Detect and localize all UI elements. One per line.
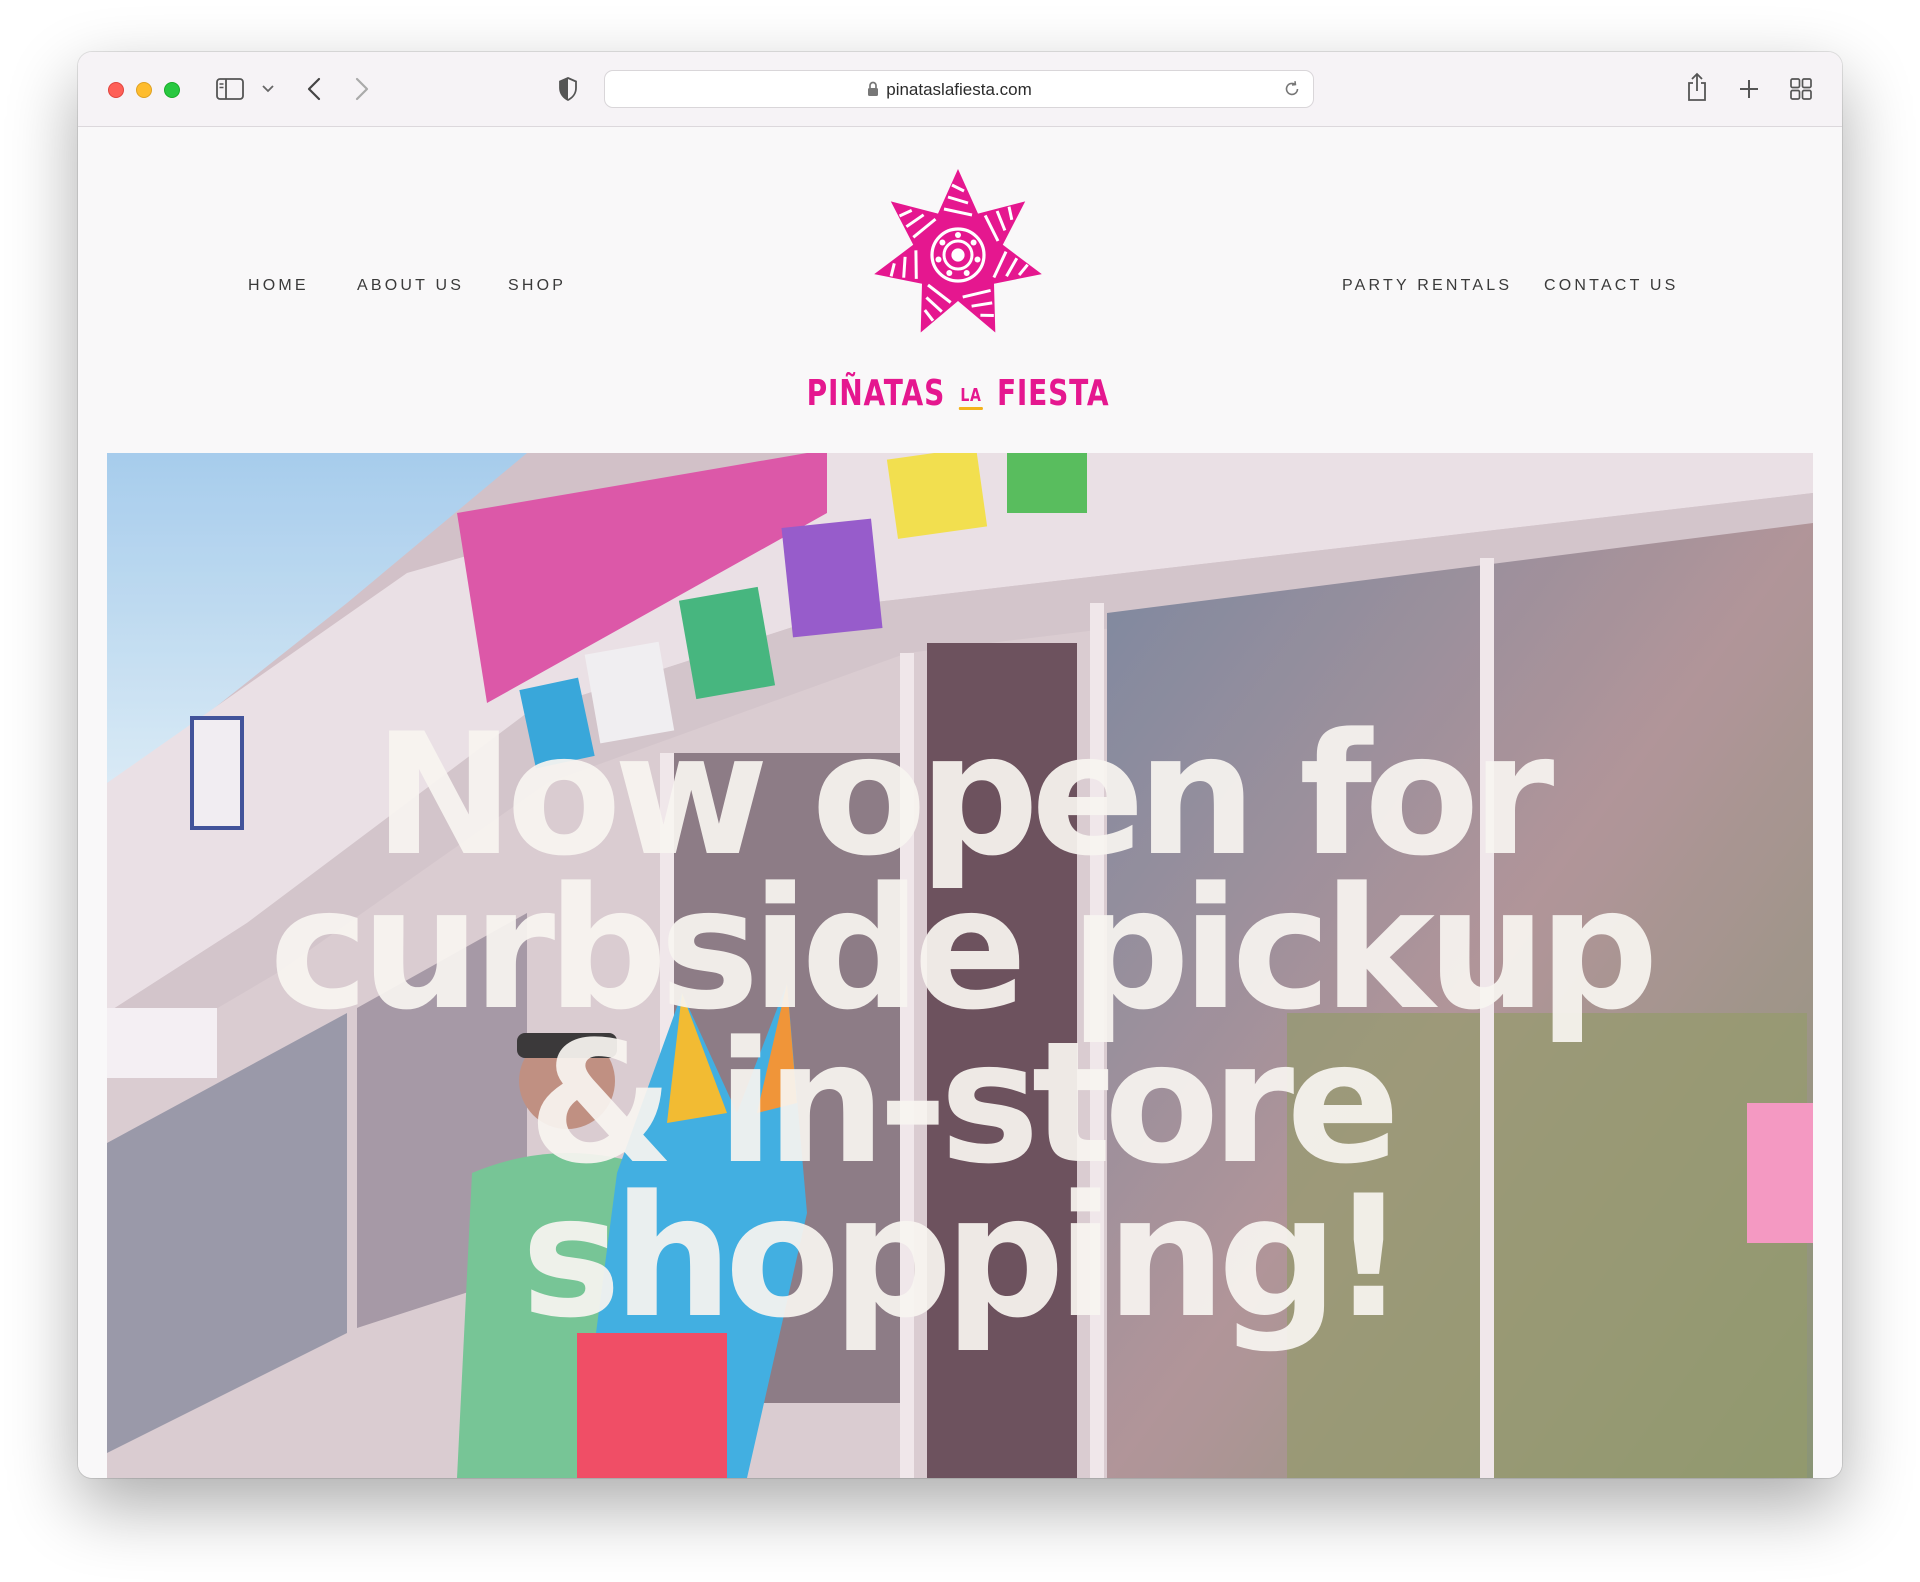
nav-home[interactable]: HOME	[248, 277, 309, 295]
new-tab-icon[interactable]	[1739, 79, 1759, 99]
minimize-window-button[interactable]	[136, 82, 152, 98]
shield-icon[interactable]	[558, 77, 578, 101]
zoom-window-button[interactable]	[164, 82, 180, 98]
reload-icon[interactable]	[1283, 80, 1301, 98]
browser-window: pinataslafiesta.com HOME ABOUT US SHOP P…	[78, 52, 1842, 1478]
star-logo-icon[interactable]	[870, 167, 1046, 343]
close-window-button[interactable]	[108, 82, 124, 98]
hero-banner: Now open for curbside pickup & in-store …	[107, 453, 1813, 1478]
share-icon[interactable]	[1686, 72, 1708, 102]
hero-line: Now open for	[373, 697, 1555, 893]
nav-contact-us[interactable]: CONTACT US	[1544, 277, 1679, 295]
nav-about-us[interactable]: ABOUT US	[357, 277, 464, 295]
tab-overview-icon[interactable]	[1790, 78, 1812, 100]
hero-headline: Now open for curbside pickup & in-store …	[107, 697, 1813, 1355]
logo-word-la: LA	[960, 385, 982, 406]
logo-word-fiesta: FIESTA	[996, 373, 1110, 414]
web-page: HOME ABOUT US SHOP PARTY RENTALS CONTACT…	[78, 127, 1842, 1478]
logo-word-pinatas: PIÑATAS	[806, 373, 946, 414]
logo-wordmark[interactable]: PIÑATAS LA FIESTA	[771, 373, 1145, 414]
sidebar-icon[interactable]	[216, 78, 244, 100]
hero-line: & in-store	[527, 1005, 1400, 1201]
nav-shop[interactable]: SHOP	[508, 277, 566, 295]
chevron-down-icon[interactable]	[262, 85, 274, 93]
url-text: pinataslafiesta.com	[886, 80, 1032, 99]
address-bar[interactable]: pinataslafiesta.com	[604, 70, 1314, 108]
back-icon[interactable]	[306, 77, 322, 101]
browser-toolbar: pinataslafiesta.com	[78, 52, 1842, 127]
forward-icon[interactable]	[354, 77, 370, 101]
hero-line: shopping!	[521, 1159, 1407, 1355]
hero-line: curbside pickup	[269, 851, 1659, 1047]
nav-party-rentals[interactable]: PARTY RENTALS	[1342, 277, 1512, 295]
